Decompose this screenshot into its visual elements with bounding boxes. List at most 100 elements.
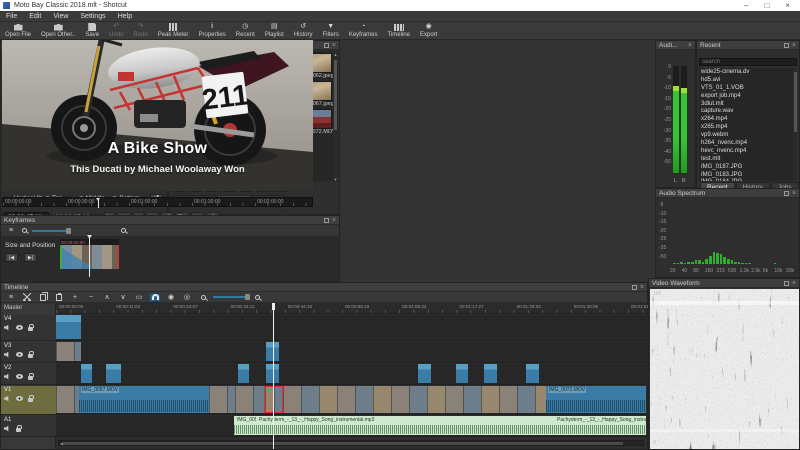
timeline-clip[interactable]: Pachyderm_-_13_-_Happy_Song_instrumental… xyxy=(554,416,646,435)
timeline-clip[interactable]: IMG_0072.MOV xyxy=(546,386,646,413)
ripple-button[interactable]: ◎ xyxy=(181,293,193,302)
scrollbar-thumb[interactable] xyxy=(63,442,623,445)
recent-file-item[interactable]: h264_nvenc.mp4 xyxy=(699,139,797,147)
timeline-clip[interactable]: IMG_0057.MOV xyxy=(79,386,209,413)
lock-icon[interactable] xyxy=(28,395,34,402)
minimize-button[interactable]: – xyxy=(744,1,748,10)
timeline-clip[interactable] xyxy=(56,342,81,361)
keyframes-zoom-slider[interactable] xyxy=(32,227,71,234)
scrollbar-thumb[interactable] xyxy=(334,60,337,130)
hide-icon[interactable] xyxy=(16,374,23,379)
track-lane-v1[interactable]: IMG_0057.MOV IMG_0072.MOV xyxy=(56,386,646,415)
scrub-while-dragging-button[interactable]: ◉ xyxy=(165,293,177,302)
recent-file-item[interactable]: IMG_0183.JPG xyxy=(699,171,797,179)
timeline-clip[interactable] xyxy=(238,364,249,383)
zoom-out-button[interactable] xyxy=(197,293,209,302)
menu-file[interactable]: File xyxy=(0,13,23,20)
close-panel-icon[interactable]: × xyxy=(332,217,336,224)
timeline-clip[interactable] xyxy=(56,386,79,413)
mute-icon[interactable] xyxy=(4,395,9,402)
lock-icon[interactable] xyxy=(28,324,34,331)
timeline-clip[interactable] xyxy=(106,364,121,383)
zoom-in-button[interactable] xyxy=(251,293,263,302)
timeline-horizontal-scrollbar[interactable]: ◀ xyxy=(58,440,644,446)
player-time-ruler[interactable]: 00:00:00:00 00:00:30:00 00:01:00:00 00:01:3… xyxy=(2,197,313,208)
toolbar-open-other[interactable]: Open Other.. xyxy=(36,22,80,39)
overwrite-button[interactable]: ∨ xyxy=(117,293,129,302)
track-lane-v2[interactable] xyxy=(56,364,646,385)
toolbar-keyframes[interactable]: ◔ Keyframes xyxy=(344,22,383,39)
track-header-v4[interactable]: V4 xyxy=(1,315,56,341)
scroll-up-icon[interactable]: ▲ xyxy=(333,52,338,57)
recent-file-item[interactable]: vp9.webm xyxy=(699,131,797,139)
toolbar-open-file[interactable]: Open File xyxy=(0,22,36,39)
toolbar-export[interactable]: ◉ Export xyxy=(415,22,442,39)
toolbar-redo[interactable]: ↷ Redo xyxy=(128,22,152,39)
close-panel-icon[interactable]: × xyxy=(792,190,796,197)
float-panel-icon[interactable] xyxy=(783,42,789,48)
zoom-out-icon[interactable] xyxy=(22,228,27,233)
toolbar-peak-meter[interactable]: Peak Meter xyxy=(153,22,194,39)
toolbar-undo[interactable]: ↶ Undo xyxy=(104,22,128,39)
recent-file-item[interactable]: VTS_01_1.VOB xyxy=(699,84,797,92)
close-panel-icon[interactable]: × xyxy=(332,42,336,49)
ripple-delete-button[interactable]: − xyxy=(85,293,97,302)
copy-button[interactable] xyxy=(37,291,49,302)
toolbar-playlist[interactable]: ▤ Playlist xyxy=(260,22,289,39)
timeline-menu-button[interactable]: ≡ xyxy=(5,293,17,302)
track-header-v1[interactable]: V1 xyxy=(1,386,56,415)
recent-file-item[interactable]: capture.wav xyxy=(699,107,797,115)
close-panel-icon[interactable]: × xyxy=(688,42,692,49)
timeline-clip[interactable] xyxy=(81,364,92,383)
track-lane-v3[interactable] xyxy=(56,342,646,363)
timeline-clip[interactable] xyxy=(526,364,539,383)
cut-button[interactable] xyxy=(21,293,33,302)
hide-icon[interactable] xyxy=(16,396,23,401)
zoom-in-icon[interactable] xyxy=(121,228,126,233)
mute-icon[interactable] xyxy=(4,425,9,432)
float-panel-icon[interactable] xyxy=(323,42,329,48)
scrollbar-thumb[interactable] xyxy=(793,72,797,132)
snap-button[interactable] xyxy=(149,292,161,302)
float-panel-icon[interactable] xyxy=(631,284,637,290)
recent-file-item[interactable]: x264.mp4 xyxy=(699,115,797,123)
recent-file-item[interactable]: export job.mp4 xyxy=(699,92,797,100)
close-panel-icon[interactable]: × xyxy=(640,284,644,291)
next-keyframe-button[interactable]: ▶| xyxy=(24,253,37,262)
track-lane-v4[interactable] xyxy=(56,315,646,341)
lift-button[interactable]: ∧ xyxy=(101,293,113,302)
menu-help[interactable]: Help xyxy=(112,13,138,20)
recent-file-item[interactable]: wide25-cinema.dv xyxy=(699,68,797,76)
mute-icon[interactable] xyxy=(4,351,9,358)
menu-edit[interactable]: Edit xyxy=(23,13,47,20)
scroll-down-icon[interactable]: ▼ xyxy=(333,177,338,182)
recent-search-input[interactable] xyxy=(699,58,797,66)
timeline-clip[interactable] xyxy=(484,364,497,383)
timeline-clip[interactable]: Pachyderm_-_13_-_Happy_Song_instrumental… xyxy=(256,416,554,435)
timeline-clip[interactable] xyxy=(456,364,468,383)
mute-icon[interactable] xyxy=(4,324,9,331)
keyframes-playhead[interactable] xyxy=(89,237,90,277)
close-button[interactable]: × xyxy=(785,1,790,10)
toolbar-timeline[interactable]: Timeline xyxy=(383,22,415,39)
lock-icon[interactable] xyxy=(28,373,34,380)
timeline-clip[interactable] xyxy=(209,386,235,413)
keyframes-menu-icon[interactable]: ≡ xyxy=(5,226,17,235)
track-header-v2[interactable]: V2 xyxy=(1,364,56,385)
toolbar-properties[interactable]: i Properties xyxy=(193,22,230,39)
recent-scrollbar[interactable] xyxy=(793,68,797,181)
recent-file-item[interactable]: hd5.avi xyxy=(699,76,797,84)
lock-icon[interactable] xyxy=(28,351,34,358)
recent-file-item[interactable]: 3dlut.mlt xyxy=(699,100,797,108)
toolbar-history[interactable]: ↺ History xyxy=(289,22,318,39)
timeline-zoom-slider[interactable] xyxy=(213,294,250,300)
track-header-v3[interactable]: V3 xyxy=(1,342,56,363)
maximize-button[interactable]: □ xyxy=(764,1,769,10)
recent-file-item[interactable]: hevc_nvenc.mp4 xyxy=(699,147,797,155)
player-playhead-marker[interactable] xyxy=(96,198,100,208)
menu-view[interactable]: View xyxy=(47,13,74,20)
float-panel-icon[interactable] xyxy=(783,280,789,286)
recent-file-item[interactable]: IMG_0187.JPG xyxy=(699,163,797,171)
playlist-scrollbar[interactable]: ▲ ▼ xyxy=(333,52,338,182)
toolbar-save[interactable]: Save xyxy=(80,22,104,39)
